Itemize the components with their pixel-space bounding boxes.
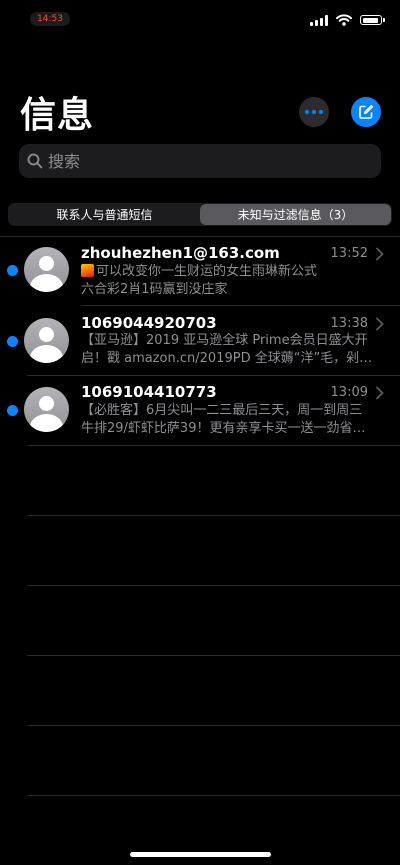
divider [27, 795, 400, 796]
search-bar[interactable] [19, 144, 381, 178]
avatar [24, 247, 69, 292]
message-time: 13:52 [330, 246, 368, 261]
message-preview-line: 六合彩2肖1码赢到没庄家 [81, 282, 228, 297]
status-icons [310, 14, 385, 26]
divider [27, 585, 400, 586]
segment-unknown-filtered[interactable]: 未知与过滤信息（3） [200, 204, 391, 225]
divider [27, 445, 400, 446]
message-preview-line: 【必胜客】6月尖叫一二三最后三天，周一到周三 [81, 403, 363, 418]
status-bar: 14:53 [0, 0, 400, 44]
message-preview-line: 启！戳 amazon.cn/2019PD 全球薅“洋”毛，剁… [81, 351, 371, 366]
segment-known-senders[interactable]: 联系人与普通短信 [9, 204, 200, 225]
unread-indicator [7, 336, 18, 347]
chevron-right-icon [376, 247, 384, 261]
message-row[interactable]: 1069044920703 13:38 【亚马逊】2019 亚马逊全球 Prim… [0, 306, 400, 376]
message-time: 13:38 [330, 316, 368, 331]
search-input[interactable] [48, 151, 348, 171]
compose-button[interactable] [351, 97, 381, 127]
message-preview-line: 【亚马逊】2019 亚马逊全球 Prime会员日盛大开 [81, 333, 368, 348]
fire-emoji-icon [81, 264, 94, 277]
message-row[interactable]: zhouhezhen1@163.com 13:52 可以改变你一生财运的女生雨琳… [0, 237, 400, 307]
divider [27, 725, 400, 726]
unread-indicator [7, 405, 18, 416]
status-time: 14:53 [30, 12, 70, 26]
battery-icon [360, 15, 385, 25]
message-preview-line: 牛排29/虾虾比萨39！更有亲享卡买一送一劲省… [81, 421, 366, 436]
avatar [24, 387, 69, 432]
page-title: 信息 [20, 95, 95, 136]
avatar [24, 318, 69, 363]
compose-icon [359, 104, 374, 119]
chevron-right-icon [376, 386, 384, 400]
filter-segmented-control[interactable]: 联系人与普通短信 未知与过滤信息（3） [8, 203, 392, 226]
chevron-right-icon [376, 317, 384, 331]
message-sender: 1069044920703 [81, 314, 217, 332]
search-icon [27, 153, 43, 169]
message-row[interactable]: 1069104410773 13:09 【必胜客】6月尖叫一二三最后三天，周一到… [0, 376, 400, 446]
message-preview-line: 可以改变你一生财运的女生雨琳新公式 [81, 263, 371, 281]
home-indicator[interactable] [130, 852, 271, 857]
unread-indicator [7, 265, 18, 276]
cellular-signal-icon [310, 14, 328, 26]
message-time: 13:09 [330, 385, 368, 400]
wifi-icon [336, 14, 352, 26]
divider [27, 655, 400, 656]
message-sender: 1069104410773 [81, 383, 217, 401]
divider [27, 515, 400, 516]
message-sender: zhouhezhen1@163.com [81, 244, 280, 262]
more-options-button[interactable] [299, 97, 329, 127]
